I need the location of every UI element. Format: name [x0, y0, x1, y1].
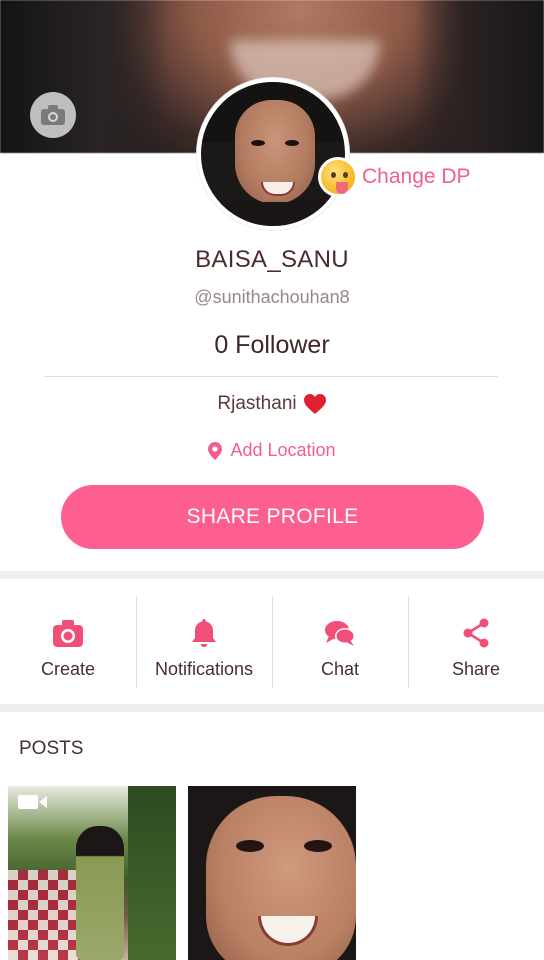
cover-photo-shade-left: [0, 0, 170, 153]
share-label: Share: [451, 659, 501, 679]
tongue-emoji-icon: [318, 157, 358, 197]
followers-count[interactable]: 0 Follower: [0, 331, 544, 360]
section-separator: [0, 704, 544, 712]
profile-page: Change DP BAISA_SANU @sunithachouhan8 0 …: [0, 0, 544, 960]
chat-label: Chat: [320, 659, 360, 679]
create-label: Create: [40, 659, 96, 679]
cover-photo-shade-right: [414, 0, 544, 153]
bell-icon: [192, 619, 216, 647]
video-icon: [18, 795, 47, 809]
change-dp-button[interactable]: Change DP: [318, 157, 471, 197]
profile-handle: @sunithachouhan8: [194, 287, 350, 307]
chat-icon: [325, 621, 355, 646]
divider: [44, 376, 498, 377]
location-pin-icon: [208, 441, 223, 460]
add-location-link[interactable]: Add Location: [0, 440, 544, 461]
notifications-button[interactable]: Notifications: [136, 583, 272, 703]
post-thumbnail[interactable]: [8, 786, 176, 960]
post-thumbnail[interactable]: [188, 786, 356, 960]
section-separator: [0, 571, 544, 579]
change-cover-button[interactable]: [30, 92, 76, 138]
posts-heading: POSTS: [19, 738, 84, 759]
camera-icon: [53, 620, 83, 647]
create-button[interactable]: Create: [0, 583, 136, 703]
camera-icon: [41, 105, 65, 125]
share-profile-button[interactable]: SHARE PROFILE: [61, 485, 484, 549]
chat-button[interactable]: Chat: [272, 583, 408, 703]
heart-icon: [303, 394, 326, 414]
add-location-label: Add Location: [230, 440, 336, 460]
bio-text: Rjasthani: [217, 393, 297, 414]
share-icon: [463, 618, 489, 648]
profile-avatar[interactable]: [197, 78, 349, 230]
notifications-label: Notifications: [154, 659, 254, 679]
share-button[interactable]: Share: [408, 583, 544, 703]
profile-bio: Rjasthani: [0, 393, 544, 415]
profile-name: BAISA_SANU: [195, 246, 349, 273]
change-dp-label: Change DP: [362, 165, 471, 188]
action-bar: Create Notifications Chat Share: [0, 583, 544, 703]
